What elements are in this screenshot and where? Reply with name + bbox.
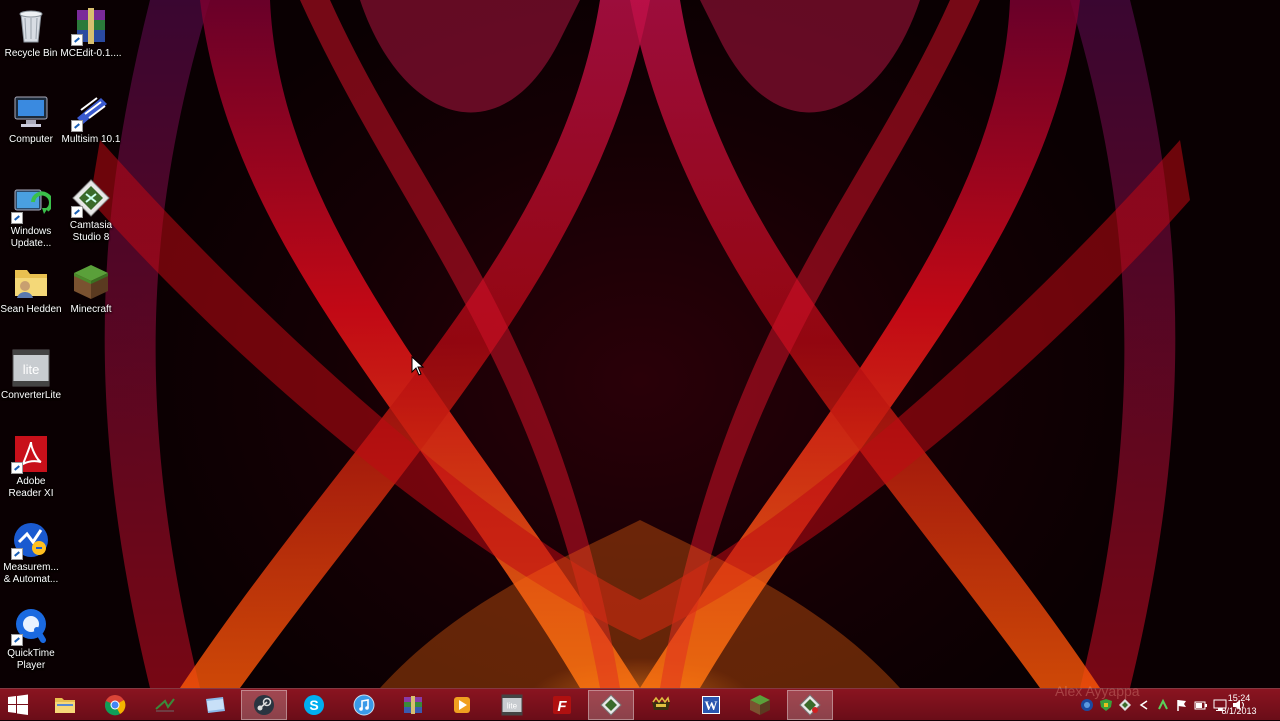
desktop-icon-windows-update[interactable]: Windows Update... xyxy=(0,184,62,250)
desktop-icon-grid: Recycle Bin MCEdit-0.1.... Computer Mult… xyxy=(0,0,124,688)
network-adapter-icon[interactable] xyxy=(1080,698,1094,712)
desktop-icon-label: Computer xyxy=(9,134,53,145)
taskbar-minecraft[interactable] xyxy=(737,690,783,720)
mouse-pointer-icon xyxy=(411,356,425,376)
desktop-icon-label: Camtasia Studio 8 xyxy=(69,220,113,243)
shortcut-arrow-icon xyxy=(11,548,23,560)
taskbar-camtasia-recorder[interactable] xyxy=(588,690,634,720)
desktop-icon-measurement-automation[interactable]: Measurem... & Automat... xyxy=(0,520,62,586)
system-clock[interactable]: 15:24 8/1/2013 xyxy=(1210,692,1268,718)
desktop-icon-minecraft[interactable]: Minecraft xyxy=(60,262,122,316)
desktop-icon-camtasia-studio[interactable]: Camtasia Studio 8 xyxy=(60,178,122,244)
camtasia-tray-icon[interactable] xyxy=(1118,698,1132,712)
lite-icon: lite xyxy=(501,694,523,716)
windows-update-icon xyxy=(11,184,51,224)
skype-icon: S xyxy=(304,695,324,715)
desktop-icon-label: Minecraft xyxy=(70,304,112,315)
desktop-icon-converterlite[interactable]: lite ConverterLite xyxy=(0,348,62,402)
shortcut-arrow-icon xyxy=(11,462,23,474)
svg-text:lite: lite xyxy=(507,702,518,711)
desktop-icon-label: Measurem... & Automat... xyxy=(3,562,59,585)
converterlite-icon: lite xyxy=(11,348,51,388)
clock-time: 15:24 xyxy=(1227,693,1251,703)
measurement-automation-icon xyxy=(11,520,51,560)
start-button[interactable] xyxy=(0,690,36,720)
sync-icon[interactable] xyxy=(1156,698,1170,712)
desktop-icon-computer[interactable]: Computer xyxy=(0,92,62,146)
camtasia-icon xyxy=(600,694,622,716)
taskbar-skype[interactable]: S xyxy=(291,690,337,720)
shortcut-arrow-icon xyxy=(11,212,23,224)
power-battery-icon[interactable] xyxy=(1194,698,1208,712)
shortcut-arrow-icon xyxy=(71,206,83,218)
camtasia-icon xyxy=(71,178,111,218)
taskbar-game-app[interactable] xyxy=(638,690,684,720)
quicktime-icon xyxy=(11,606,51,646)
play-icon xyxy=(454,697,470,713)
desktop-icon-label: ConverterLite xyxy=(0,390,62,401)
chrome-icon xyxy=(105,695,126,716)
desktop-icon-label: MCEdit-0.1.... xyxy=(60,48,122,59)
taskbar-word[interactable]: W xyxy=(688,690,734,720)
desktop-background: Recycle Bin MCEdit-0.1.... Computer Mult… xyxy=(0,0,1280,688)
desktop-icon-label: Sean Hedden xyxy=(0,304,62,315)
action-center-flag-icon[interactable] xyxy=(1175,698,1189,712)
taskbar-converterlite[interactable]: lite xyxy=(489,690,535,720)
taskbar-camtasia-studio[interactable] xyxy=(787,690,833,720)
desktop-icon-mcedit[interactable]: MCEdit-0.1.... xyxy=(60,6,122,60)
desktop-icon-label: Windows Update... xyxy=(10,226,52,249)
desktop-icon-multisim[interactable]: Multisim 10.1 xyxy=(60,92,122,146)
recording-watermark: Alex Ayyappa xyxy=(1055,683,1140,699)
folder-icon xyxy=(55,698,75,713)
desktop-icon-label: Adobe Reader XI xyxy=(8,476,54,499)
taskbar-itunes[interactable] xyxy=(341,690,387,720)
camtasia-icon xyxy=(799,694,821,716)
taskbar-winrar[interactable] xyxy=(390,690,436,720)
security-shield-icon[interactable] xyxy=(1099,698,1113,712)
windows-logo-icon xyxy=(8,694,28,715)
recycle-bin-icon xyxy=(11,6,51,46)
desktop-icon-quicktime[interactable]: QuickTime Player xyxy=(0,606,62,672)
word-icon: W xyxy=(702,696,720,714)
taskbar-media-player[interactable] xyxy=(439,690,485,720)
desktop-icon-recycle-bin[interactable]: Recycle Bin xyxy=(0,6,62,60)
svg-text:lite: lite xyxy=(23,362,40,377)
multisim-icon xyxy=(71,92,111,132)
svg-text:W: W xyxy=(705,698,718,713)
computer-icon xyxy=(11,92,51,132)
adobe-reader-icon xyxy=(11,434,51,474)
shortcut-arrow-icon xyxy=(71,120,83,132)
svg-text:S: S xyxy=(309,697,318,713)
taskbar-chrome[interactable] xyxy=(92,690,138,720)
multisim-icon xyxy=(155,698,175,712)
svg-text:F: F xyxy=(557,698,567,715)
wallpaper-ribbons xyxy=(90,0,1190,688)
desktop-icon-adobe-reader[interactable]: Adobe Reader XI xyxy=(0,434,62,500)
taskbar-steam[interactable] xyxy=(241,690,287,720)
taskbar-file-manager[interactable] xyxy=(192,690,238,720)
game-icon xyxy=(652,696,670,710)
taskbar-filezilla[interactable]: F xyxy=(539,690,585,720)
taskbar-multisim[interactable] xyxy=(142,690,188,720)
manila-folder-icon xyxy=(206,697,225,713)
desktop-icon-sean-hedden[interactable]: Sean Hedden xyxy=(0,262,62,316)
desktop-icon-label: Multisim 10.1 xyxy=(61,134,121,145)
steam-icon xyxy=(254,695,274,715)
desktop-icon-label: QuickTime Player xyxy=(7,648,55,671)
itunes-icon xyxy=(353,694,375,716)
user-folder-icon xyxy=(11,262,51,302)
shortcut-arrow-icon xyxy=(11,634,23,646)
desktop-icon-label: Recycle Bin xyxy=(4,48,58,59)
minecraft-icon xyxy=(750,695,770,715)
minecraft-icon xyxy=(71,262,111,302)
show-hidden-icons-icon[interactable] xyxy=(1137,698,1151,712)
shortcut-arrow-icon xyxy=(71,34,83,46)
filezilla-icon: F xyxy=(553,696,571,715)
clock-date: 8/1/2013 xyxy=(1221,706,1257,716)
winrar-archive-icon xyxy=(71,6,111,46)
taskbar-file-explorer[interactable] xyxy=(42,690,88,720)
winrar-icon xyxy=(404,696,422,714)
